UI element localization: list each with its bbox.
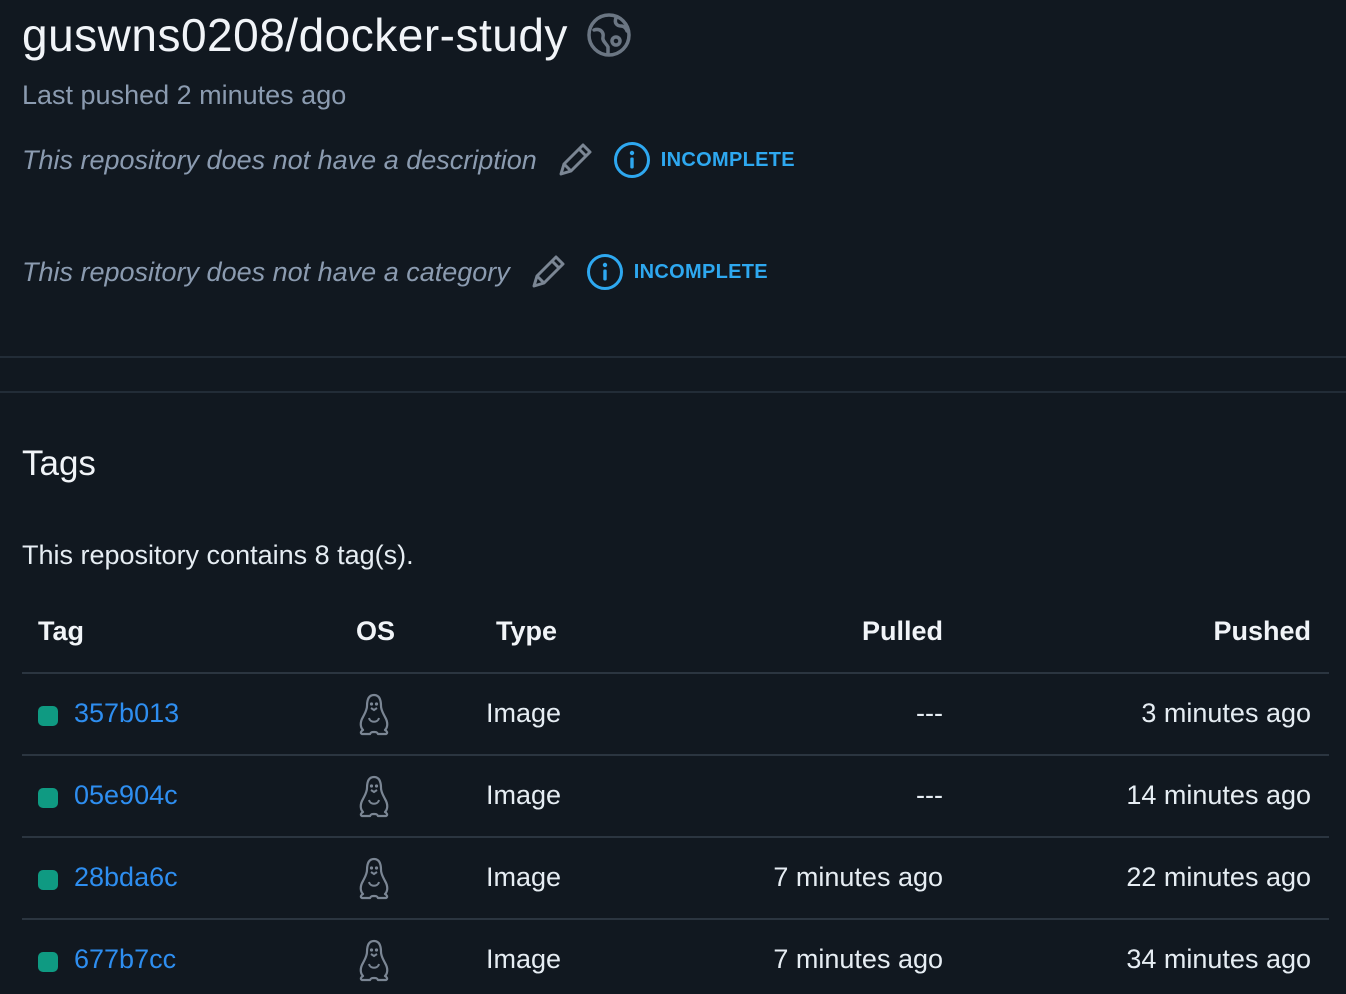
tag-count-text: This repository contains 8 tag(s).	[22, 540, 414, 570]
info-icon	[613, 141, 651, 179]
table-row: 677b7cc Image 7 minutes ago 34 minutes a…	[22, 920, 1329, 994]
tags-table: Tag OS Type Pulled Pushed 357b013 Image …	[22, 592, 1329, 994]
type-cell: Image	[486, 862, 562, 892]
tag-status-dot	[38, 952, 58, 972]
tag-status-dot	[38, 870, 58, 890]
tag-status-dot	[38, 788, 58, 808]
tag-link[interactable]: 357b013	[74, 698, 179, 729]
edit-description-pencil-icon[interactable]	[555, 140, 595, 180]
table-header: Tag OS Type Pulled Pushed	[22, 592, 1329, 674]
column-header-pulled[interactable]: Pulled	[862, 616, 943, 647]
globe-icon	[586, 12, 632, 58]
pulled-cell: ---	[916, 698, 943, 728]
category-incomplete-badge: INCOMPLETE	[586, 253, 768, 291]
tag-status-dot	[38, 706, 58, 726]
tag-link[interactable]: 677b7cc	[74, 944, 176, 975]
repository-page: guswns0208/docker-study Last pushed 2 mi…	[0, 0, 1346, 994]
pulled-cell: ---	[916, 780, 943, 810]
description-incomplete-badge: INCOMPLETE	[613, 141, 795, 179]
table-row: 05e904c Image --- 14 minutes ago	[22, 756, 1329, 838]
column-header-tag[interactable]: Tag	[38, 616, 84, 647]
table-row: 28bda6c Image 7 minutes ago 22 minutes a…	[22, 838, 1329, 920]
type-cell: Image	[486, 698, 562, 728]
incomplete-label: INCOMPLETE	[660, 148, 795, 171]
linux-icon	[356, 938, 392, 982]
column-header-os[interactable]: OS	[356, 616, 395, 647]
last-pushed-text: Last pushed 2 minutes ago	[22, 80, 347, 110]
tags-section-title: Tags	[22, 444, 96, 483]
divider	[0, 391, 1346, 393]
tag-link[interactable]: 28bda6c	[74, 862, 178, 893]
info-icon	[586, 253, 624, 291]
column-header-pushed[interactable]: Pushed	[1213, 616, 1311, 647]
edit-category-pencil-icon[interactable]	[528, 252, 568, 292]
divider	[0, 356, 1346, 358]
pushed-cell: 34 minutes ago	[1126, 944, 1311, 974]
pushed-cell: 14 minutes ago	[1126, 780, 1311, 810]
pushed-cell: 22 minutes ago	[1126, 862, 1311, 892]
type-cell: Image	[486, 944, 562, 974]
table-row: 357b013 Image --- 3 minutes ago	[22, 674, 1329, 756]
pulled-cell: 7 minutes ago	[773, 862, 943, 892]
tag-link[interactable]: 05e904c	[74, 780, 178, 811]
column-header-type[interactable]: Type	[496, 616, 557, 647]
description-text: This repository does not have a descript…	[22, 144, 537, 175]
pushed-cell: 3 minutes ago	[1141, 698, 1311, 728]
description-row: This repository does not have a descript…	[22, 140, 795, 180]
category-row: This repository does not have a category…	[22, 252, 768, 292]
incomplete-label: INCOMPLETE	[633, 260, 768, 283]
repo-title: guswns0208/docker-study	[22, 9, 568, 61]
category-text: This repository does not have a category	[22, 256, 510, 287]
pulled-cell: 7 minutes ago	[773, 944, 943, 974]
linux-icon	[356, 692, 392, 736]
repo-header: guswns0208/docker-study	[22, 8, 632, 62]
linux-icon	[356, 774, 392, 818]
linux-icon	[356, 856, 392, 900]
type-cell: Image	[486, 780, 562, 810]
